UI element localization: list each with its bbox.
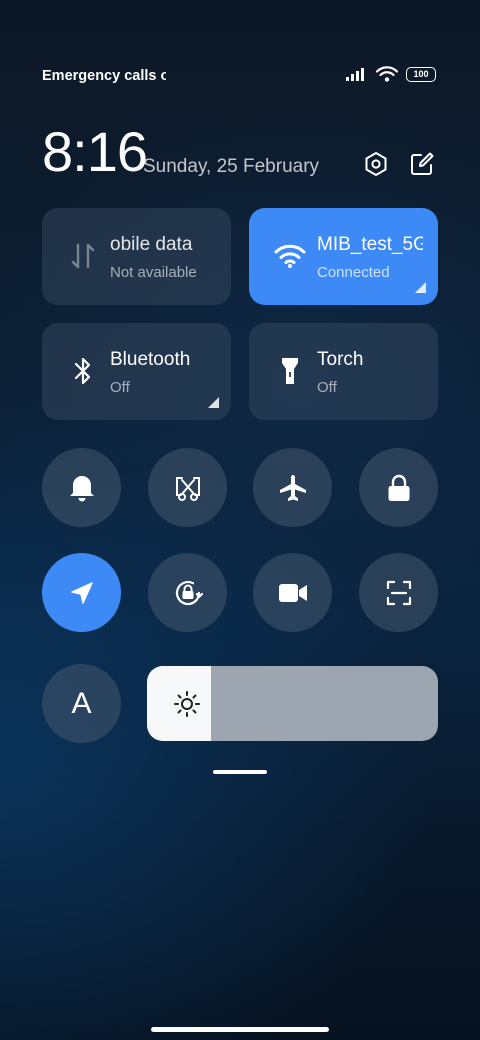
brightness-slider[interactable] bbox=[147, 666, 438, 741]
date: Sunday, 25 February bbox=[143, 156, 320, 177]
expand-corner-icon[interactable] bbox=[415, 282, 426, 293]
mobile-data-tile[interactable]: obile data Not available bbox=[42, 208, 231, 305]
tile-status: Not available bbox=[110, 264, 197, 281]
rotation-lock-toggle[interactable] bbox=[148, 553, 227, 632]
mobile-data-icon bbox=[66, 238, 100, 274]
sun-icon bbox=[174, 691, 200, 717]
settings-button[interactable] bbox=[362, 150, 390, 178]
torch-icon bbox=[273, 353, 307, 389]
home-indicator[interactable] bbox=[151, 1027, 329, 1032]
settings-hexagon-icon bbox=[365, 152, 387, 176]
rotation-lock-icon bbox=[175, 580, 203, 605]
tile-name: MIB_test_5G bbox=[317, 234, 423, 255]
lock-icon bbox=[388, 474, 409, 501]
sound-toggle[interactable] bbox=[42, 448, 121, 527]
airplane-toggle[interactable] bbox=[253, 448, 332, 527]
edit-button[interactable] bbox=[408, 150, 436, 178]
bell-icon bbox=[69, 475, 94, 501]
bluetooth-icon bbox=[66, 353, 100, 389]
location-icon bbox=[70, 581, 93, 604]
battery-level: 100 bbox=[413, 69, 429, 79]
battery-icon: 100 bbox=[406, 66, 436, 82]
tile-name: Bluetooth bbox=[110, 349, 191, 370]
tile-status: Off bbox=[110, 379, 130, 396]
tile-name: obile data bbox=[110, 234, 193, 255]
tile-name: Torch bbox=[317, 349, 364, 370]
panel-drag-handle[interactable] bbox=[213, 770, 267, 774]
airplane-icon bbox=[279, 474, 306, 501]
screen-cast-toggle[interactable] bbox=[148, 448, 227, 527]
location-toggle[interactable] bbox=[42, 553, 121, 632]
torch-tile[interactable]: Torch Off bbox=[249, 323, 438, 420]
screen-cast-icon bbox=[175, 476, 200, 501]
signal-icon bbox=[346, 68, 364, 81]
status-icons: 100 bbox=[346, 66, 436, 82]
tile-status: Off bbox=[317, 379, 337, 396]
auto-brightness-icon: A bbox=[71, 686, 92, 720]
wifi-status-icon bbox=[376, 66, 398, 82]
bluetooth-tile[interactable]: Bluetooth Off bbox=[42, 323, 231, 420]
carrier-text: Emergency calls o bbox=[42, 68, 166, 84]
scan-icon bbox=[386, 580, 411, 605]
tile-status: Connected bbox=[317, 264, 390, 281]
edit-icon bbox=[411, 152, 434, 175]
clock: 8:16 bbox=[42, 120, 148, 183]
video-camera-icon bbox=[278, 583, 307, 602]
wifi-tile[interactable]: MIB_test_5G Connected bbox=[249, 208, 438, 305]
lock-toggle[interactable] bbox=[359, 448, 438, 527]
expand-corner-icon[interactable] bbox=[208, 397, 219, 408]
auto-brightness-toggle[interactable]: A bbox=[42, 664, 121, 743]
status-bar: Emergency calls o 100 bbox=[42, 66, 436, 86]
screen-record-toggle[interactable] bbox=[253, 553, 332, 632]
wifi-icon bbox=[273, 238, 307, 274]
scanner-toggle[interactable] bbox=[359, 553, 438, 632]
